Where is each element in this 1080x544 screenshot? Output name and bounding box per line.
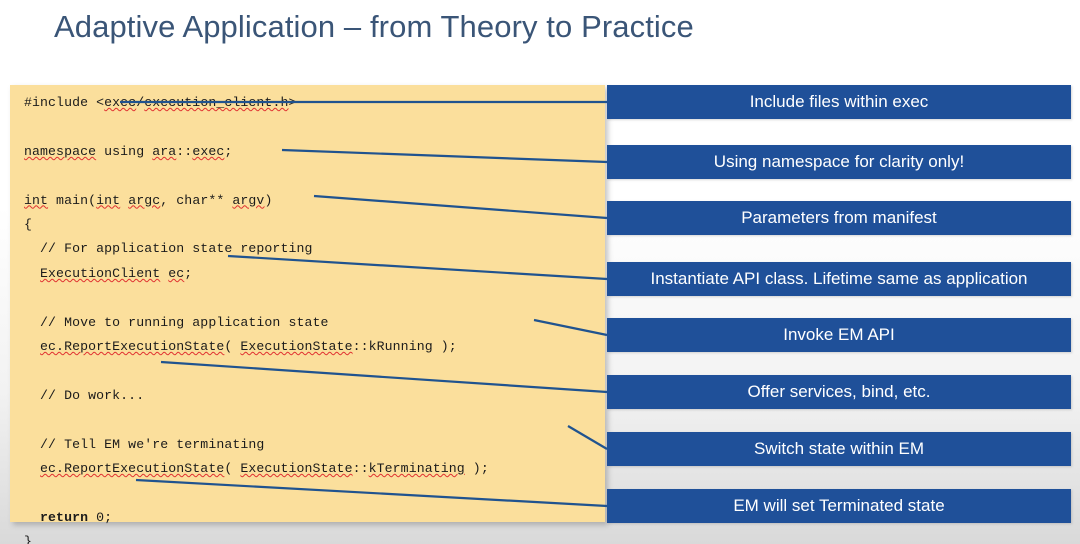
callout-label: EM will set Terminated state (733, 496, 945, 515)
callout-box[interactable]: Parameters from manifest (607, 201, 1071, 235)
callout-label: Offer services, bind, etc. (747, 382, 931, 401)
callout-label: Switch state within EM (753, 439, 925, 458)
callout-label: Parameters from manifest (741, 208, 937, 227)
callout-box[interactable]: Offer services, bind, etc. (607, 375, 1071, 409)
callout-box[interactable]: EM will set Terminated state (607, 489, 1071, 523)
callout-label: Invoke EM API (783, 325, 895, 344)
callout-label: Instantiate API class. Lifetime same as … (650, 269, 1028, 288)
callout-label: Using namespace for clarity only! (713, 152, 965, 171)
page-title: Adaptive Application – from Theory to Pr… (54, 9, 694, 44)
callout-box[interactable]: Switch state within EM (607, 432, 1071, 466)
callout-box[interactable]: Instantiate API class. Lifetime same as … (607, 262, 1071, 296)
code-text: #include <exec/execution_client.h> names… (24, 95, 489, 544)
slide-canvas: Adaptive Application – from Theory to Pr… (0, 0, 1080, 544)
callout-box[interactable]: Invoke EM API (607, 318, 1071, 352)
callout-label: Include files within exec (749, 92, 929, 111)
code-block-panel: #include <exec/execution_client.h> names… (10, 85, 605, 544)
callout-box[interactable]: Include files within exec (607, 85, 1071, 119)
callout-box[interactable]: Using namespace for clarity only! (607, 145, 1071, 179)
